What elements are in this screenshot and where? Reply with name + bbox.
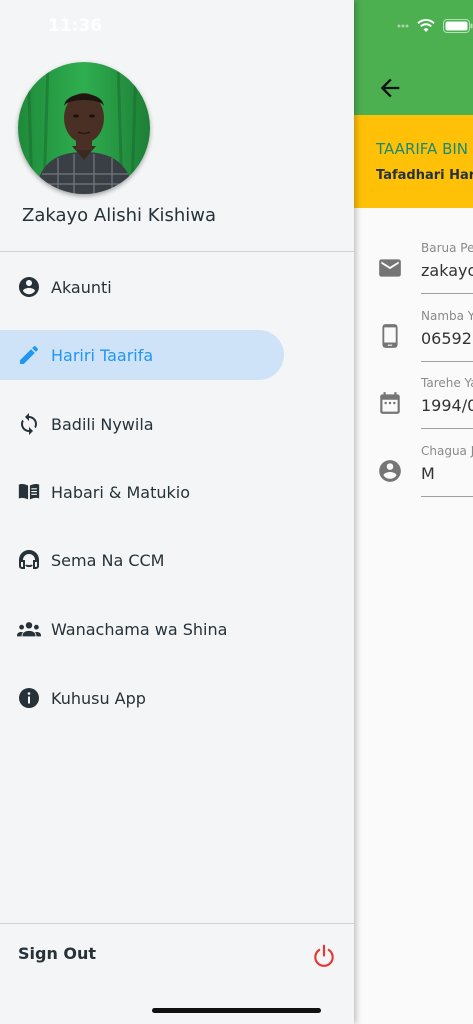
- date-label: Tarehe Ya: [421, 376, 473, 390]
- status-icons: [397, 14, 473, 38]
- back-arrow-icon[interactable]: [376, 74, 404, 102]
- profile-photo: [18, 62, 150, 194]
- menu-item-kuhusu-app[interactable]: Kuhusu App: [0, 673, 284, 723]
- people-icon: [17, 617, 41, 641]
- menu-item-label: Akaunti: [51, 277, 112, 297]
- field-underline: [421, 293, 473, 294]
- field-underline: [421, 496, 473, 497]
- sign-out-button[interactable]: Sign Out: [18, 944, 96, 963]
- calendar-icon: [380, 392, 400, 414]
- battery-icon: [443, 19, 473, 33]
- info-icon: [17, 686, 41, 710]
- account-circle-icon: [17, 275, 41, 299]
- menu-item-label: Kuhusu App: [51, 688, 146, 708]
- book-icon: [17, 480, 41, 504]
- menu-item-badili-nywila[interactable]: Badili Nywila: [0, 399, 284, 449]
- gender-label: Chagua Ji: [421, 444, 473, 458]
- menu-item-sema-na-ccm[interactable]: Sema Na CCM: [0, 535, 284, 585]
- date-value: 1994/0: [421, 396, 473, 415]
- menu-item-label: Hariri Taarifa: [51, 345, 154, 365]
- home-indicator[interactable]: [152, 1008, 321, 1013]
- wifi-icon: [417, 19, 435, 32]
- info-banner: [354, 115, 473, 208]
- phone-label: Namba Ya: [421, 309, 473, 323]
- banner-subtitle: Tafadhari Harir: [376, 168, 473, 183]
- signal-dots-icon: [397, 24, 409, 28]
- email-field[interactable]: Barua Pep zakayo: [354, 241, 473, 301]
- gender-field[interactable]: Chagua Ji M: [354, 444, 473, 504]
- menu-item-habari-matukio[interactable]: Habari & Matukio: [0, 467, 284, 517]
- divider: [0, 923, 354, 924]
- date-field[interactable]: Tarehe Ya 1994/0: [354, 376, 473, 436]
- menu-item-label: Sema Na CCM: [51, 550, 165, 570]
- menu-item-label: Wanachama wa Shina: [51, 619, 228, 639]
- person-icon: [379, 460, 401, 482]
- menu-item-label: Habari & Matukio: [51, 482, 190, 502]
- status-time: 11:36: [48, 16, 103, 36]
- power-icon[interactable]: [311, 943, 337, 969]
- menu-item-akaunti[interactable]: Akaunti: [0, 262, 284, 312]
- pencil-icon: [17, 343, 41, 367]
- divider: [0, 251, 354, 252]
- menu-item-hariri-taarifa[interactable]: Hariri Taarifa: [0, 330, 284, 380]
- email-label: Barua Pep: [421, 241, 473, 255]
- sync-icon: [17, 412, 41, 436]
- menu-item-label: Badili Nywila: [51, 414, 154, 434]
- navigation-drawer: 11:36 Zakayo Alishi Kishiwa Akaunti Hari…: [0, 0, 354, 1024]
- profile-edit-page: TAARIFA BIN Tafadhari Harir Barua Pep za…: [354, 0, 473, 1024]
- menu-item-wanachama-wa-shina[interactable]: Wanachama wa Shina: [0, 604, 284, 654]
- gender-value: M: [421, 464, 435, 483]
- banner-title: TAARIFA BIN: [376, 140, 468, 158]
- user-name: Zakayo Alishi Kishiwa: [22, 205, 217, 226]
- field-underline: [421, 428, 473, 429]
- headset-icon: [17, 548, 41, 572]
- phone-icon: [382, 324, 398, 348]
- email-icon: [379, 259, 401, 277]
- field-underline: [421, 361, 473, 362]
- email-value: zakayo: [421, 261, 473, 280]
- app-bar: [354, 0, 473, 115]
- phone-value: 065926: [421, 329, 473, 348]
- avatar[interactable]: [18, 62, 150, 194]
- phone-field[interactable]: Namba Ya 065926: [354, 309, 473, 369]
